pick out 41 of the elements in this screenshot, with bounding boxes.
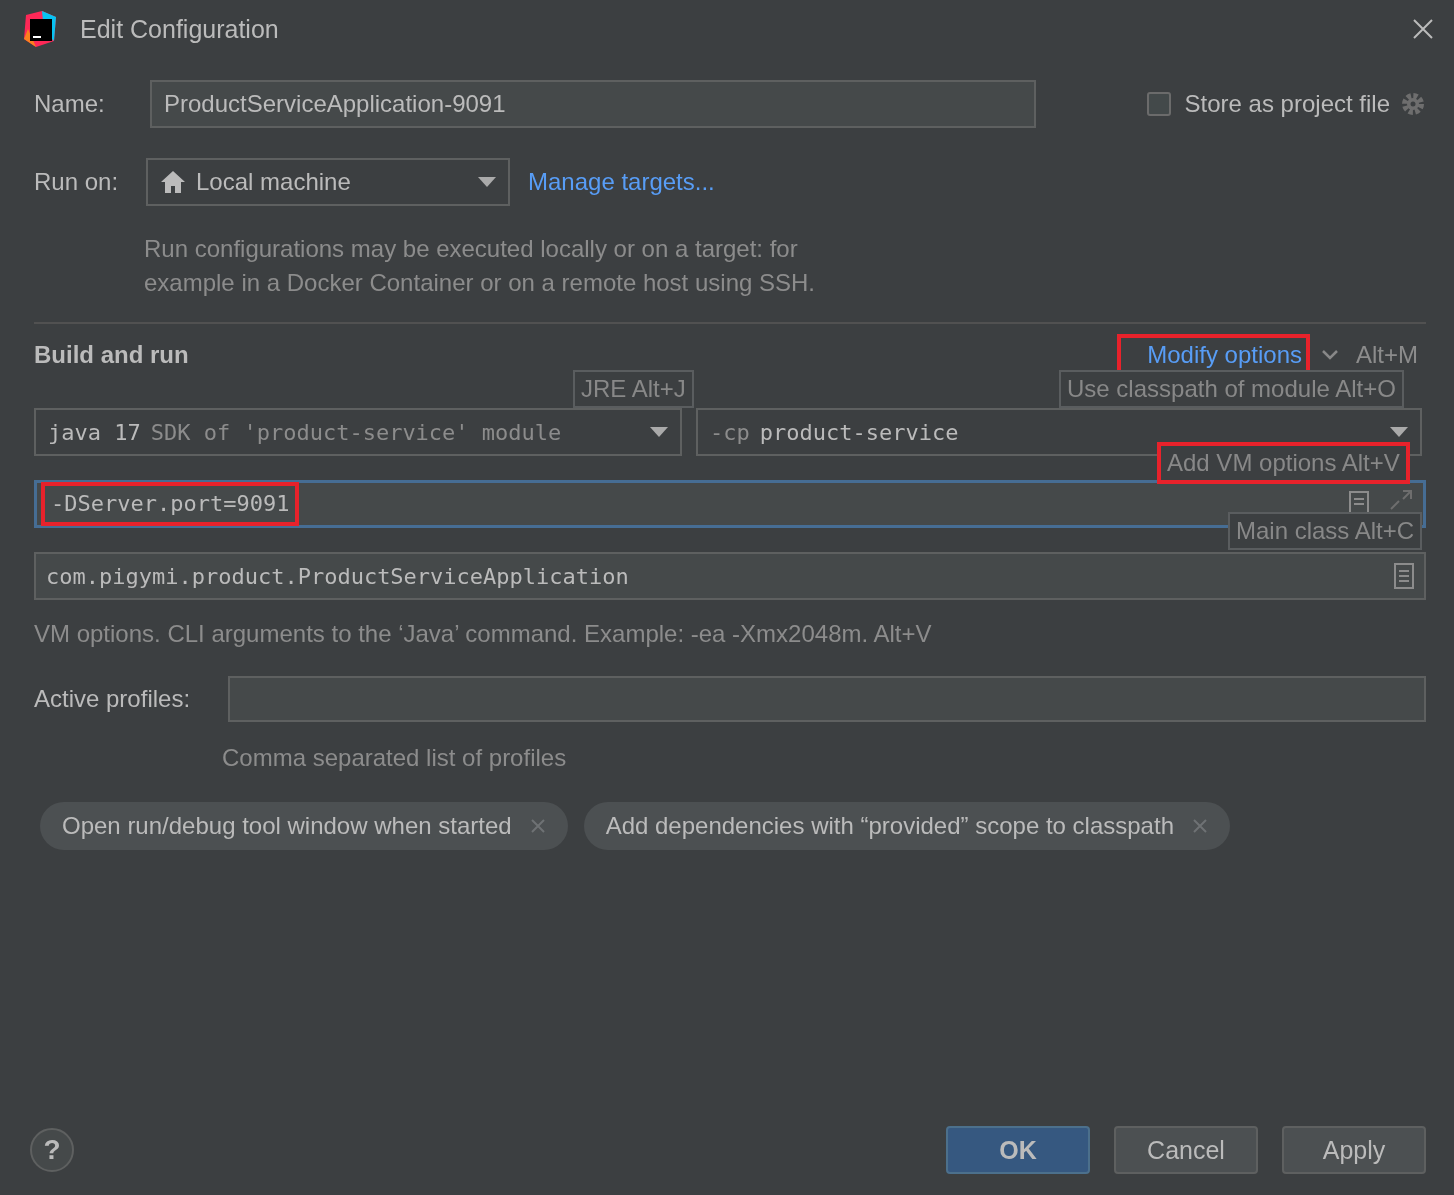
dialog-button[interactable]: Apply bbox=[1282, 1126, 1426, 1174]
help-button[interactable]: ? bbox=[30, 1128, 74, 1172]
dialog-button[interactable]: OK bbox=[946, 1126, 1090, 1174]
remove-icon[interactable] bbox=[1192, 818, 1208, 834]
name-label: Name: bbox=[34, 90, 106, 118]
document-icon[interactable] bbox=[1349, 491, 1369, 513]
section-title: Build and run bbox=[34, 341, 189, 369]
run-on-help-text: Run configurations may be executed locally or on a target: for example in a Docker Container or on a remote host using SSH. bbox=[144, 234, 816, 298]
window-title: Edit Configuration bbox=[80, 14, 280, 44]
run-on-dropdown[interactable]: Local machine bbox=[146, 158, 510, 206]
shortcut-tooltip: JRE Alt+J bbox=[573, 370, 694, 408]
dropdown-arrow-icon bbox=[1390, 427, 1408, 437]
home-icon bbox=[160, 170, 186, 194]
vm-options-help-text: VM options. CLI arguments to the ‘Java’ command. Example: -ea -Xmx2048m. Alt+V bbox=[34, 620, 933, 648]
gear-icon[interactable] bbox=[1400, 91, 1426, 117]
chevron-down-icon[interactable] bbox=[1322, 350, 1338, 360]
expand-icon[interactable] bbox=[1389, 489, 1413, 511]
main-class-field[interactable]: com.pigymi.product.ProductServiceApplication bbox=[34, 552, 1426, 600]
run-on-label: Run on: bbox=[34, 168, 120, 196]
jre-dropdown[interactable]: java 17 SDK of 'product-service' module bbox=[34, 408, 682, 456]
shortcut-tooltip: Add VM options Alt+V bbox=[1157, 442, 1410, 484]
active-profiles-label: Active profiles: bbox=[34, 685, 192, 713]
remove-icon[interactable] bbox=[529, 818, 546, 834]
shortcut-tooltip: Main class Alt+C bbox=[1228, 512, 1423, 550]
option-label: Add dependencies with “provided” scope to classpath bbox=[605, 812, 1174, 840]
vm-options-value: -DServer.port=9091 bbox=[41, 482, 300, 526]
option-label: Open run/debug tool window when started bbox=[62, 812, 512, 840]
app-logo-icon bbox=[22, 11, 58, 47]
store-checkbox[interactable] bbox=[1146, 92, 1171, 116]
active-profiles-field[interactable] bbox=[228, 676, 1426, 722]
manage-targets-link[interactable]: Manage targets... bbox=[528, 168, 715, 196]
dropdown-arrow-icon bbox=[650, 427, 668, 437]
document-icon[interactable] bbox=[1394, 563, 1414, 589]
dialog-button[interactable]: Cancel bbox=[1114, 1126, 1258, 1174]
active-profiles-help-text: Comma separated list of profiles bbox=[222, 744, 568, 772]
store-label: Store as project file bbox=[1184, 90, 1390, 118]
shortcut-tooltip: Use classpath of module Alt+O bbox=[1059, 370, 1404, 408]
dropdown-arrow-icon bbox=[478, 177, 496, 187]
close-icon[interactable] bbox=[1412, 18, 1434, 40]
shortcut-text: Alt+M bbox=[1356, 341, 1418, 369]
name-field[interactable]: ProductServiceApplication-9091 bbox=[150, 80, 1036, 128]
